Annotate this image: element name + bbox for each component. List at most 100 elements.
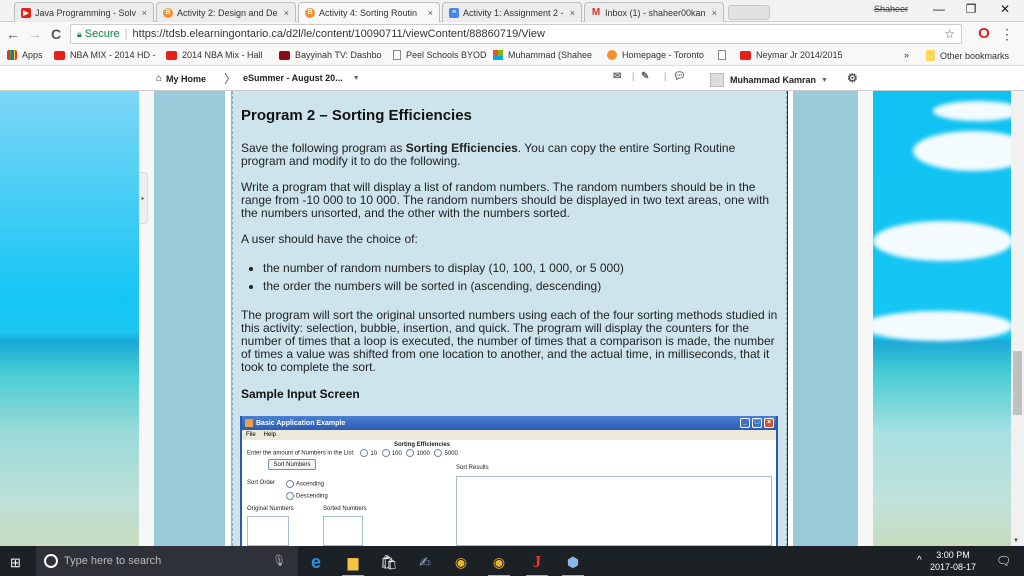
edge-icon[interactable]: e bbox=[305, 551, 327, 573]
google-docs-icon: ≡ bbox=[449, 7, 459, 18]
minimize-button[interactable]: — bbox=[924, 2, 954, 20]
url-text[interactable]: https://tdsb.elearningontario.ca/d2l/le/… bbox=[133, 28, 545, 40]
tab-gmail-inbox[interactable]: M Inbox (1) - shaheer00kan × bbox=[584, 2, 724, 22]
page-scrollbar[interactable]: ▼ bbox=[1011, 91, 1024, 546]
apps-grid-icon bbox=[7, 50, 17, 60]
cortana-icon bbox=[44, 554, 58, 568]
new-tab-button[interactable] bbox=[728, 5, 770, 20]
course-selector[interactable]: eSummer - August 20... ▼ bbox=[243, 73, 360, 83]
whiteboard-icon[interactable]: ✍︎ bbox=[414, 551, 436, 573]
close-window-button[interactable]: ✕ bbox=[990, 2, 1020, 20]
intro-paragraph: Save the following program as Sorting Ef… bbox=[241, 141, 736, 168]
sorted-numbers-area bbox=[323, 516, 363, 546]
beach-background-right bbox=[873, 91, 1011, 546]
message-alerts-icon[interactable]: ✉ bbox=[613, 71, 621, 82]
close-tab-icon[interactable]: × bbox=[284, 8, 289, 18]
bookmark-blank-page[interactable] bbox=[718, 50, 731, 60]
list-item: the number of random numbers to display … bbox=[263, 259, 778, 277]
bookmark-apps[interactable]: Apps bbox=[7, 50, 43, 60]
chrome-icon[interactable]: ◉ bbox=[450, 551, 472, 573]
choices-list: the number of random numbers to display … bbox=[263, 259, 778, 295]
bookmark-neymar[interactable]: Neymar Jr 2014/2015 bbox=[740, 50, 843, 60]
show-hidden-icons[interactable]: ^ bbox=[917, 555, 922, 566]
radio-icon bbox=[381, 449, 390, 457]
chrome-app-icon[interactable]: ◉ bbox=[488, 551, 510, 576]
restore-button[interactable]: ❐ bbox=[956, 2, 986, 20]
youtube-icon: ▶ bbox=[21, 7, 31, 18]
maximize-icon: □ bbox=[752, 418, 762, 428]
close-tab-icon[interactable]: × bbox=[142, 8, 147, 18]
bookmark-2014-nba-mix[interactable]: 2014 NBA Mix - Hall bbox=[166, 50, 263, 60]
bookmark-homepage-toronto[interactable]: Homepage - Toronto bbox=[607, 50, 704, 60]
youtube-icon bbox=[166, 50, 177, 60]
windows-start-icon[interactable]: ⊞ bbox=[10, 555, 21, 571]
reload-button[interactable]: C bbox=[47, 25, 65, 43]
breadcrumb-chevron-icon: 〉 bbox=[224, 72, 237, 86]
tab-activity-2[interactable]: B Activity 2: Design and De × bbox=[156, 2, 296, 22]
close-tab-icon[interactable]: × bbox=[712, 8, 717, 18]
opera-extension-icon[interactable]: O bbox=[975, 25, 993, 43]
user-menu[interactable]: Muhammad Kamran ▼ bbox=[710, 73, 828, 87]
chevron-down-icon: ▼ bbox=[821, 76, 828, 84]
updates-icon[interactable]: ✎ bbox=[641, 71, 649, 82]
gmail-icon: M bbox=[591, 7, 601, 18]
scroll-down-arrow[interactable]: ▼ bbox=[1013, 538, 1019, 544]
folder-icon bbox=[926, 50, 935, 61]
beach-background-left bbox=[0, 91, 139, 546]
brightspace-icon: B bbox=[305, 7, 315, 18]
tab-activity-4[interactable]: B Activity 4: Sorting Routin × bbox=[298, 2, 440, 22]
bookmarks-bar: Apps NBA MIX - 2014 HD - 2014 NBA Mix - … bbox=[0, 46, 1024, 66]
bookmarks-overflow-button[interactable]: » bbox=[904, 50, 909, 60]
youtube-icon bbox=[54, 50, 65, 60]
tab-java-programming[interactable]: ▶ Java Programming - Solv × bbox=[14, 2, 154, 22]
microphone-icon[interactable]: 🎙︎ bbox=[272, 554, 286, 567]
radio-icon bbox=[434, 449, 443, 457]
youtube-icon bbox=[740, 50, 751, 60]
secure-label: Secure bbox=[84, 28, 120, 40]
lock-icon: 🔒︎ bbox=[77, 28, 82, 39]
expand-sidebar-handle[interactable]: ▸ bbox=[139, 172, 148, 224]
d2l-navbar: ⌂ My Home 〉 eSummer - August 20... ▼ ✉ |… bbox=[0, 66, 1024, 91]
file-explorer-icon[interactable]: ▆ bbox=[342, 551, 364, 576]
tab-activity-1[interactable]: ≡ Activity 1: Assignment 2 - × bbox=[442, 2, 582, 22]
sorting-paragraph: The program will sort the original unsor… bbox=[241, 308, 778, 374]
radio-icon bbox=[286, 480, 294, 488]
requirements-paragraph: Write a program that will display a list… bbox=[241, 180, 770, 220]
microsoft-icon bbox=[493, 50, 503, 60]
bookmark-muhammad[interactable]: Muhammad (Shahee bbox=[493, 50, 592, 60]
close-tab-icon[interactable]: × bbox=[570, 8, 575, 18]
profile-name[interactable]: Shaheer bbox=[874, 4, 908, 14]
right-side-panel bbox=[793, 91, 858, 546]
java-icon bbox=[245, 419, 253, 427]
bookmark-peel-schools[interactable]: Peel Schools BYOD bbox=[393, 50, 487, 60]
my-home-link[interactable]: ⌂ My Home bbox=[156, 73, 206, 84]
java-ide-icon[interactable]: J bbox=[526, 551, 548, 576]
browser-menu-icon[interactable]: ⋮ bbox=[1000, 25, 1014, 43]
subscription-alerts-icon[interactable]: 💬︎ bbox=[673, 71, 686, 82]
other-bookmarks[interactable]: Other bookmarks bbox=[926, 50, 1009, 61]
scrollbar-thumb[interactable] bbox=[1013, 351, 1022, 415]
windows-taskbar: ⊞ Type here to search 🎙︎ e ▆ 🛍︎ ✍︎ ◉ ◉ J… bbox=[0, 546, 1024, 576]
close-tab-icon[interactable]: × bbox=[428, 8, 433, 18]
app-title-bar: Basic Application Example _ □ × bbox=[242, 416, 776, 430]
action-center-icon[interactable]: 🗨︎ bbox=[996, 554, 1011, 568]
bookmark-star-icon[interactable]: ☆ bbox=[944, 27, 955, 41]
address-bar[interactable]: 🔒︎ Secure | https://tdsb.elearningontari… bbox=[70, 24, 962, 44]
virtualbox-icon[interactable]: ⬢ bbox=[562, 551, 584, 576]
bookmark-bayyinah[interactable]: Bayyinah TV: Dashbo bbox=[279, 50, 382, 60]
app-menu-bar: File Help bbox=[242, 430, 776, 440]
forward-button[interactable]: → bbox=[26, 25, 44, 43]
avatar bbox=[710, 73, 724, 87]
minimize-icon: _ bbox=[740, 418, 750, 428]
page-icon bbox=[718, 50, 726, 60]
store-icon[interactable]: 🛍︎ bbox=[378, 551, 400, 573]
radio-icon bbox=[286, 492, 294, 500]
taskbar-search-box[interactable]: Type here to search 🎙︎ bbox=[36, 546, 298, 576]
home-icon: ⌂ bbox=[156, 73, 163, 84]
radio-icon bbox=[406, 449, 415, 457]
taskbar-clock[interactable]: 3:00 PM 2017-08-17 bbox=[930, 549, 976, 573]
back-button[interactable]: ← bbox=[4, 25, 22, 43]
sample-heading: Sample Input Screen bbox=[241, 387, 360, 401]
settings-gear-icon[interactable]: ⚙ bbox=[847, 71, 858, 85]
bookmark-nba-mix[interactable]: NBA MIX - 2014 HD - bbox=[54, 50, 156, 60]
